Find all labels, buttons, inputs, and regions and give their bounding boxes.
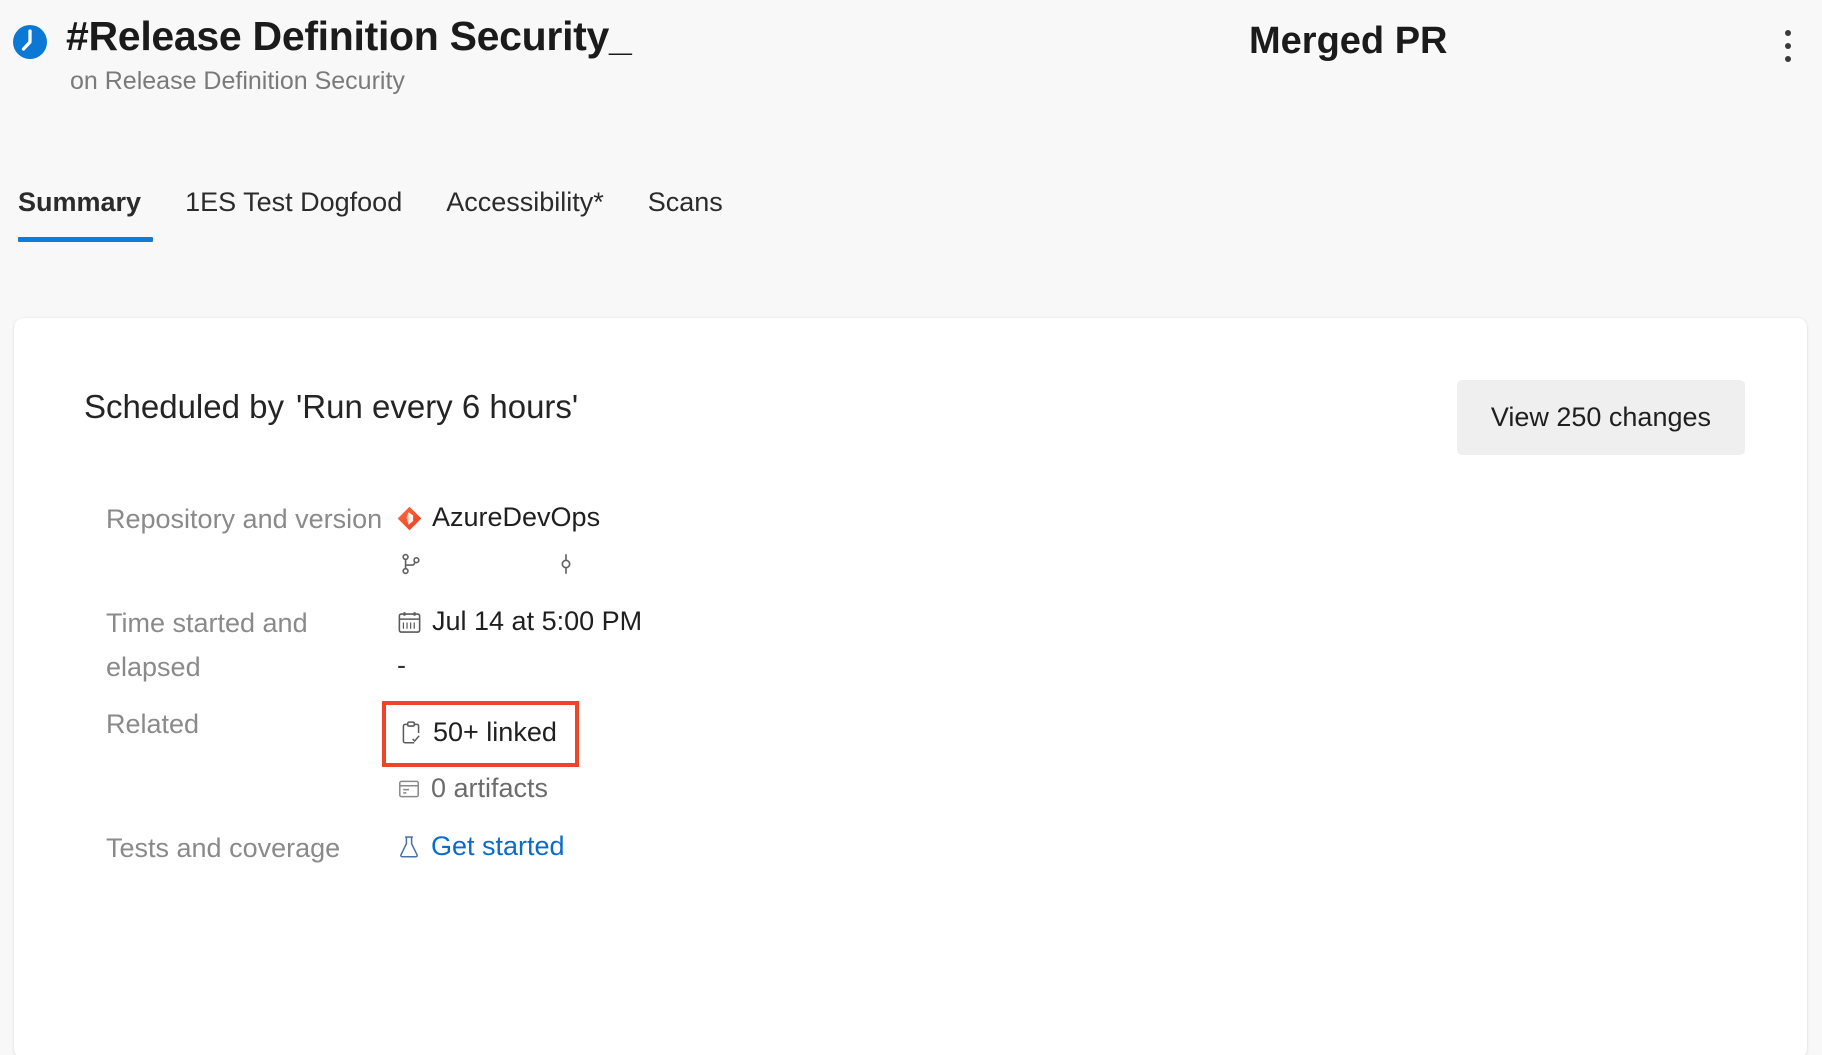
scheduled-by-heading: Scheduled by 'Run every 6 hours' — [84, 388, 578, 426]
commit-slot[interactable] — [553, 551, 708, 577]
time-started-value: Jul 14 at 5:00 PM — [432, 600, 642, 644]
page-header: #Release Definition Security_ on Release… — [0, 0, 1822, 150]
tab-summary[interactable]: Summary — [10, 189, 163, 242]
detail-row-tests: Tests and coverage Get started — [106, 825, 1106, 871]
scheduled-by-label: Scheduled by — [84, 388, 284, 425]
tab-1es-test-dogfood[interactable]: 1ES Test Dogfood — [163, 189, 424, 242]
detail-label-time: Time started and elapsed — [106, 600, 396, 689]
page-subtitle: on Release Definition Security — [66, 66, 632, 96]
time-elapsed-value: - — [396, 644, 1106, 688]
linked-items-highlight[interactable]: 50+ linked — [382, 701, 579, 767]
detail-value-related: 50+ linked 0 artifacts — [396, 701, 1106, 811]
branch-slot[interactable] — [398, 551, 553, 577]
header-title-row: #Release Definition Security_ on Release… — [0, 14, 1822, 96]
merge-status-badge: Merged PR — [1249, 20, 1447, 63]
detail-label-repository: Repository and version — [106, 496, 396, 542]
detail-label-related: Related — [106, 701, 396, 747]
build-details-list: Repository and version — [106, 496, 1106, 871]
calendar-icon — [396, 609, 423, 636]
kebab-dot-1 — [1785, 30, 1791, 36]
kebab-dot-2 — [1785, 43, 1791, 49]
repository-name: AzureDevOps — [432, 496, 600, 540]
detail-row-time: Time started and elapsed Ju — [106, 600, 1106, 689]
detail-label-tests: Tests and coverage — [106, 825, 396, 871]
artifacts-text: 0 artifacts — [431, 767, 548, 811]
flask-icon — [396, 834, 422, 860]
repository-branch-commit-line — [396, 540, 1106, 588]
detail-value-time: Jul 14 at 5:00 PM - — [396, 600, 1106, 688]
view-changes-button[interactable]: View 250 changes — [1457, 380, 1745, 455]
scheduled-by-value: 'Run every 6 hours' — [296, 388, 578, 425]
detail-row-related: Related 50+ l — [106, 701, 1106, 811]
time-started-line: Jul 14 at 5:00 PM — [396, 600, 1106, 644]
clock-icon — [8, 20, 52, 64]
tab-accessibility[interactable]: Accessibility* — [424, 189, 626, 242]
detail-row-repository: Repository and version — [106, 496, 1106, 588]
commit-icon — [553, 551, 579, 577]
detail-value-repository: AzureDevOps — [396, 496, 1106, 588]
artifact-icon — [396, 776, 422, 802]
build-summary-card: Scheduled by 'Run every 6 hours' View 250… — [14, 318, 1807, 1055]
linked-items-text: 50+ linked — [433, 711, 557, 755]
related-linked-line: 50+ linked — [396, 701, 1106, 767]
detail-value-tests: Get started — [396, 825, 1106, 869]
title-block: #Release Definition Security_ on Release… — [66, 14, 632, 96]
azure-repos-icon — [396, 505, 423, 532]
more-vertical-icon[interactable] — [1772, 24, 1804, 68]
clipboard-check-icon — [398, 720, 424, 746]
branch-icon — [398, 551, 424, 577]
tab-summary-label: Summary — [18, 187, 141, 217]
tab-1es-test-dogfood-label: 1ES Test Dogfood — [185, 187, 402, 217]
tab-scans[interactable]: Scans — [626, 189, 745, 242]
repository-name-line[interactable]: AzureDevOps — [396, 496, 1106, 540]
tab-scans-label: Scans — [648, 187, 723, 217]
build-summary-page: #Release Definition Security_ on Release… — [0, 0, 1822, 1055]
tests-get-started-line[interactable]: Get started — [396, 825, 1106, 869]
tab-bar: Summary 1ES Test Dogfood Accessibility* … — [0, 150, 1822, 242]
tests-get-started-link[interactable]: Get started — [431, 825, 565, 869]
tab-accessibility-label: Accessibility* — [446, 187, 604, 217]
related-artifacts-line[interactable]: 0 artifacts — [396, 767, 1106, 811]
kebab-dot-3 — [1785, 56, 1791, 62]
page-title: #Release Definition Security_ — [66, 14, 632, 60]
